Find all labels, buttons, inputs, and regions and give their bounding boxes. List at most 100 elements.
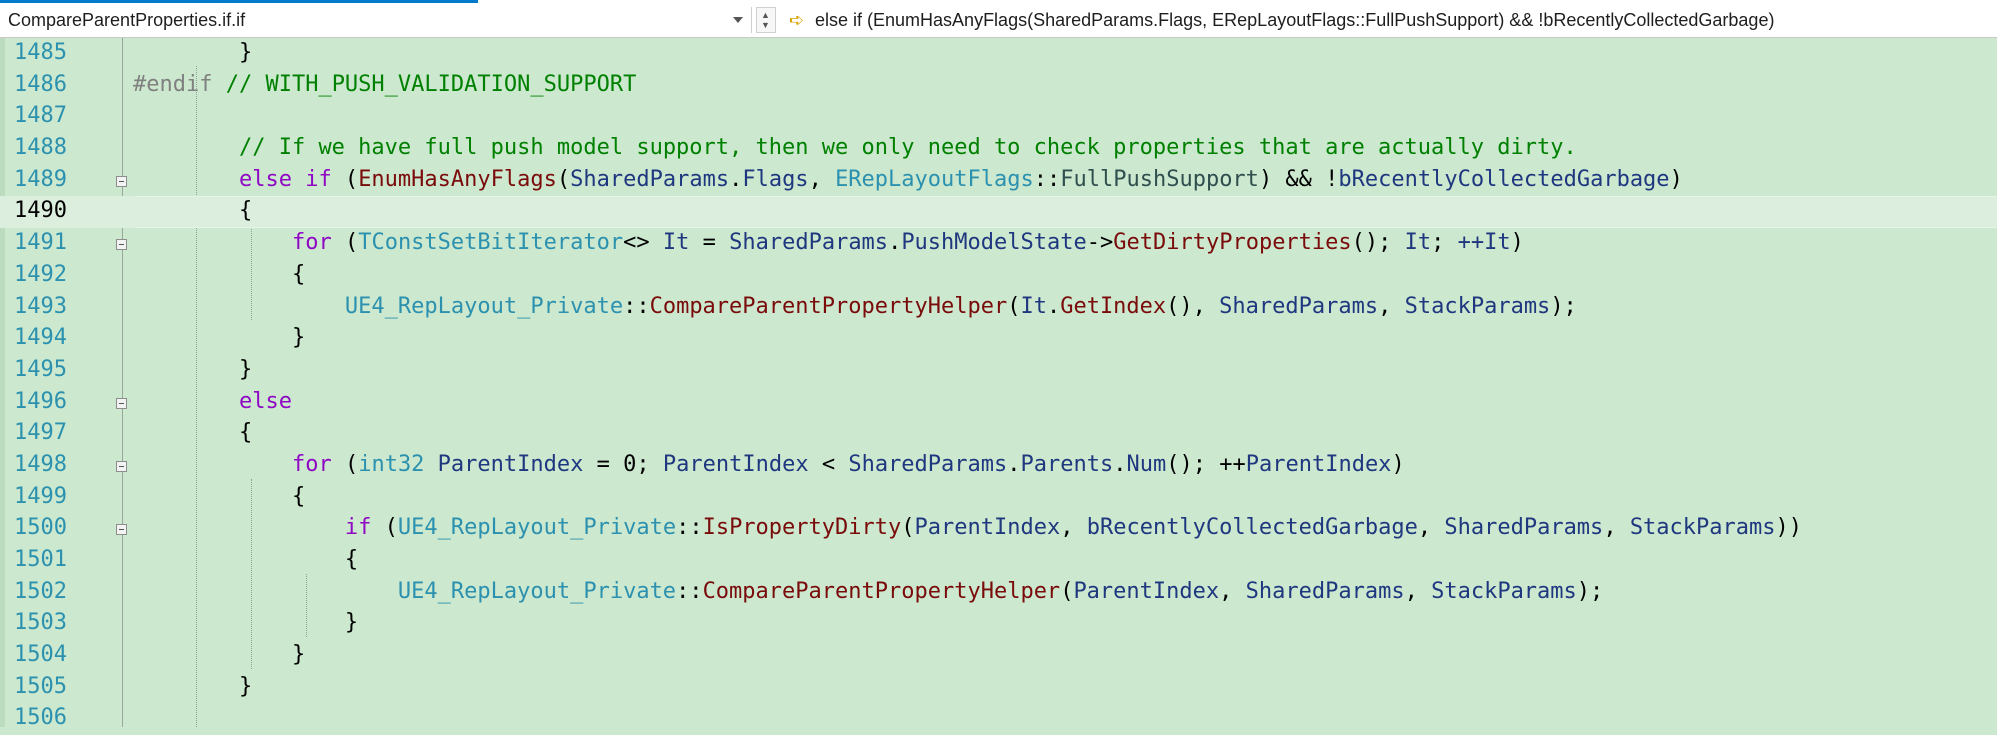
code-token: PushModelState [901,230,1087,256]
code-token: It [1020,293,1047,319]
code-text[interactable]: } [133,40,252,65]
code-token: = [689,230,730,256]
line-number: 1492 [14,261,67,287]
code-line[interactable]: 1505 } [0,672,1997,704]
code-token: ) && ! [1258,166,1339,192]
line-number: 1490 [14,198,67,224]
collapse-icon[interactable] [116,460,127,472]
code-text[interactable]: { [133,484,305,509]
code-token: ); [1550,293,1577,319]
code-token: ( [331,166,359,192]
code-token: bRecentlyCollectedGarbage [1338,166,1670,192]
code-token: ( [371,515,398,541]
code-token: UE4_RepLayout_Private [397,578,677,604]
code-token: It [1404,230,1432,256]
code-text[interactable]: UE4_RepLayout_Private::CompareParentProp… [133,579,1603,604]
code-token: GetIndex [1060,293,1167,319]
code-text[interactable]: for (int32 ParentIndex = 0; ParentIndex … [133,452,1405,477]
code-token: = 0; [583,451,663,477]
code-token: ( [1007,293,1021,319]
code-text[interactable]: } [133,325,305,350]
line-number: 1493 [14,293,67,319]
code-line[interactable]: 1489 else if (EnumHasAnyFlags(SharedPara… [0,165,1997,197]
code-text[interactable]: #endif // WITH_PUSH_VALIDATION_SUPPORT [133,72,636,97]
collapse-icon[interactable] [116,239,127,251]
code-token: if [344,515,372,541]
collapse-icon[interactable] [116,524,127,536]
code-token: Parents [1020,451,1114,477]
code-token: SharedParams [1219,293,1379,319]
code-token: :: [1033,166,1061,192]
code-token: )) [1775,515,1803,541]
code-line[interactable]: 1501 { [0,545,1997,577]
code-token: , [1603,515,1630,541]
spin-down-icon[interactable]: ▼ [761,21,770,30]
code-line[interactable]: 1487 [0,101,1997,133]
code-token: SharedParams [729,230,889,256]
code-line[interactable]: 1500 if (UE4_RepLayout_Private::IsProper… [0,513,1997,545]
code-line[interactable]: 1492 { [0,260,1997,292]
code-text[interactable]: // If we have full push model support, t… [133,135,1577,160]
code-token: } [133,642,306,668]
code-text[interactable]: { [133,547,358,572]
code-line[interactable]: 1496 else [0,387,1997,419]
code-token: UE4_RepLayout_Private [344,293,624,319]
chevron-down-icon[interactable] [733,17,743,23]
code-text[interactable]: { [133,262,305,287]
code-text[interactable]: for (TConstSetBitIterator<> It = SharedP… [133,230,1524,255]
line-number: 1501 [14,547,67,572]
code-token: } [133,356,253,382]
code-line[interactable]: 1494 } [0,323,1997,355]
code-text[interactable]: } [133,642,305,667]
code-line[interactable]: 1485 } [0,38,1997,70]
arrow-right-icon: ➪ [789,10,805,30]
line-number: 1497 [14,420,67,446]
line-number: 1504 [14,642,67,668]
code-token: SharedParams [1245,578,1405,604]
code-text[interactable]: UE4_RepLayout_Private::CompareParentProp… [133,294,1577,319]
member-dropdown[interactable]: ➪ else if (EnumHasAnyFlags(SharedParams.… [785,7,1997,33]
code-line[interactable]: 1493 UE4_RepLayout_Private::CompareParen… [0,292,1997,324]
code-line[interactable]: 1488 // If we have full push model suppo… [0,133,1997,165]
code-token: . [1046,293,1061,319]
code-line[interactable]: 1491 for (TConstSetBitIterator<> It = Sh… [0,228,1997,260]
collapse-icon[interactable] [116,175,127,187]
code-line[interactable]: 1502 UE4_RepLayout_Private::CompareParen… [0,577,1997,609]
scope-dropdown[interactable]: CompareParentProperties.if.if [0,7,752,33]
code-token: EnumHasAnyFlags [358,166,557,192]
code-token: // WITH_PUSH_VALIDATION_SUPPORT [212,71,637,97]
code-line[interactable]: 1486 #endif // WITH_PUSH_VALIDATION_SUPPO… [0,70,1997,102]
scope-spinner[interactable]: ▲ ▼ [756,7,776,33]
code-editor[interactable]: 1485 } 1486 #endif // WITH_PUSH_VALIDATION… [0,38,1997,735]
member-dropdown-label: else if (EnumHasAnyFlags(SharedParams.Fl… [815,10,1775,30]
code-line[interactable]: 1506 [0,703,1997,735]
collapse-icon[interactable] [116,397,127,409]
code-line[interactable]: 1498 for (int32 ParentIndex = 0; ParentI… [0,450,1997,482]
code-line[interactable]: 1503 } [0,608,1997,640]
spin-up-icon[interactable]: ▲ [761,11,770,20]
code-line[interactable]: 1495 } [0,355,1997,387]
code-token: } [133,40,253,65]
code-text[interactable]: } [133,610,358,635]
code-text[interactable]: if (UE4_RepLayout_Private::IsPropertyDir… [133,515,1802,540]
code-token: bRecentlyCollectedGarbage [1086,515,1418,541]
code-token: else [238,388,292,414]
code-text[interactable]: } [133,357,252,382]
code-text[interactable]: } [133,674,252,699]
code-text[interactable]: { [133,420,252,445]
code-line[interactable]: 1490 { [0,196,1997,229]
code-token: ParentIndex [914,515,1061,541]
code-token: ) [1391,451,1405,477]
code-token: ( [331,451,359,477]
line-number: 1502 [14,578,67,604]
code-line[interactable]: 1504 } [0,640,1997,672]
code-text[interactable]: else [133,389,292,414]
code-line[interactable]: 1499 { [0,482,1997,514]
code-line[interactable]: 1497 { [0,418,1997,450]
code-text[interactable]: { [133,198,252,223]
code-token: StackParams [1431,578,1577,604]
code-text[interactable]: else if (EnumHasAnyFlags(SharedParams.Fl… [133,167,1683,192]
code-token: . [888,230,902,256]
